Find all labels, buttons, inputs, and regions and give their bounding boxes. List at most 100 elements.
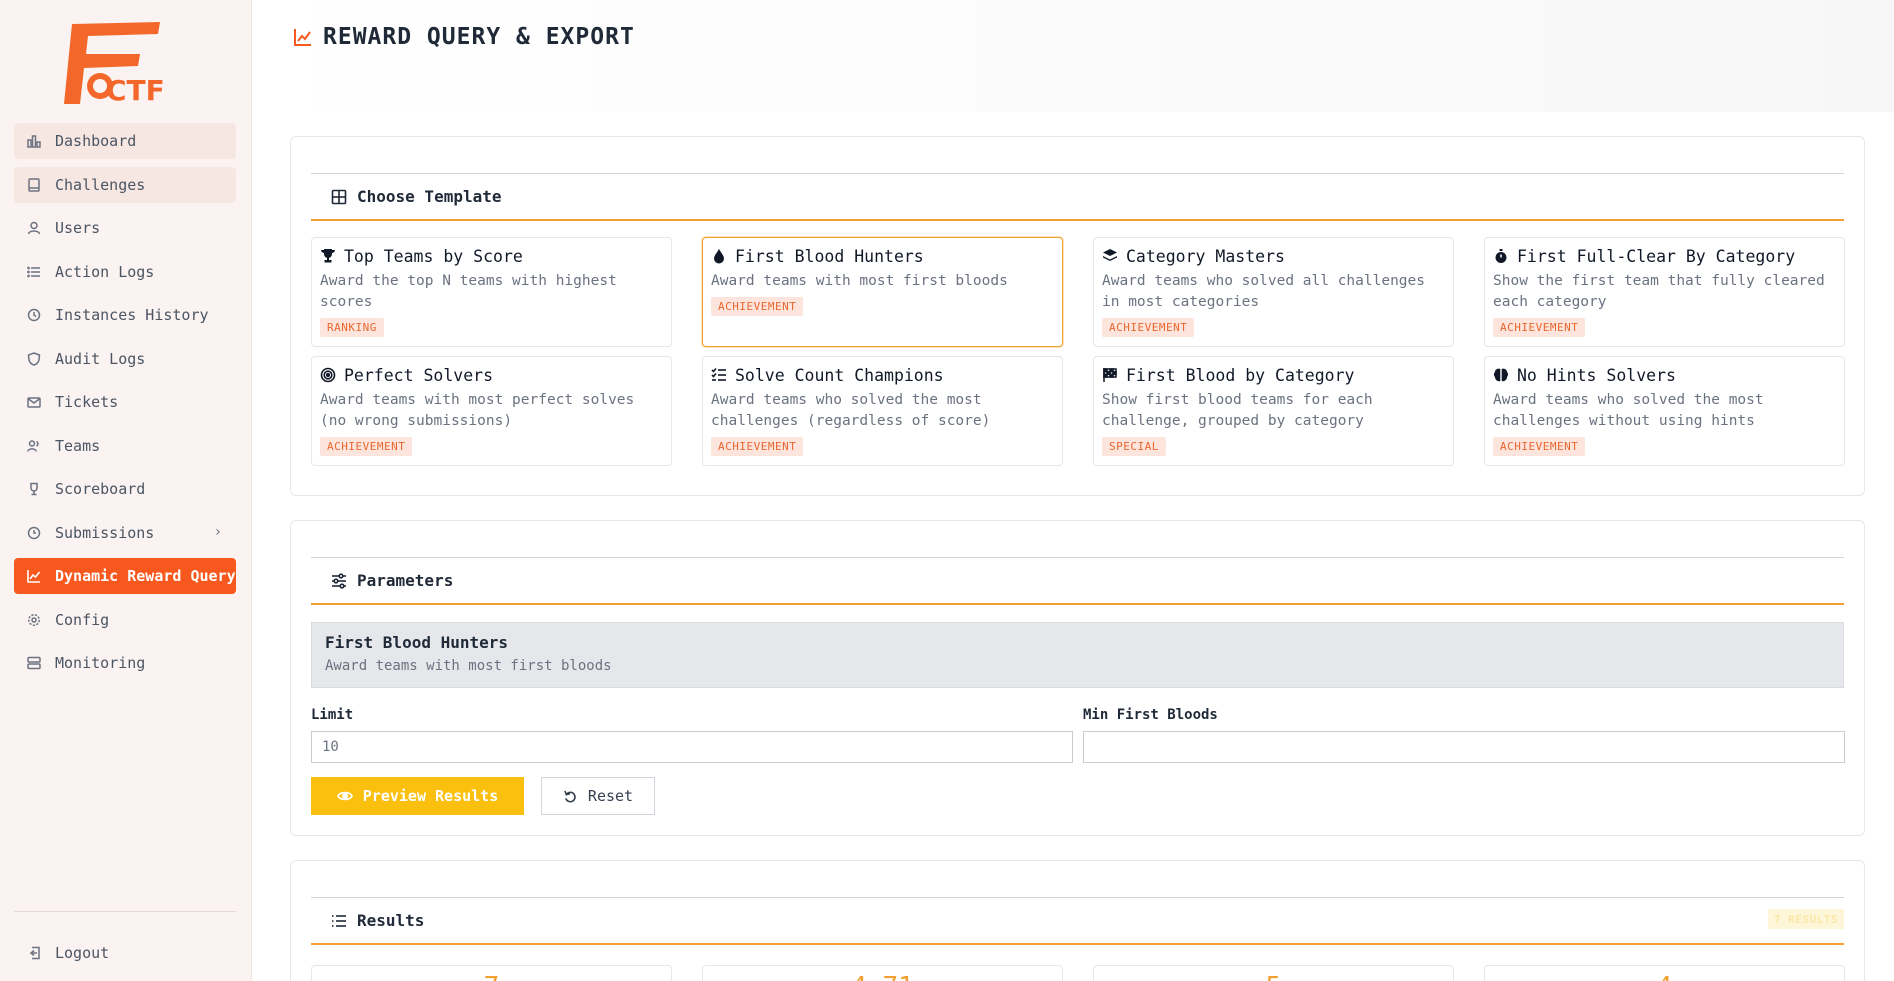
logout-label: Logout: [55, 944, 110, 962]
sliders-icon: [331, 572, 347, 589]
template-solve-count-champions[interactable]: Solve Count Champions Award teams who so…: [702, 356, 1063, 466]
preview-results-button[interactable]: Preview Results: [311, 777, 524, 815]
template-title: Top Teams by Score: [344, 246, 523, 266]
sidebar-item-config[interactable]: Config: [14, 602, 236, 638]
template-card: Choose Template Top Teams by Score Award…: [290, 136, 1865, 496]
trophy-icon: [27, 482, 41, 496]
template-desc: Award teams who solved the most challeng…: [711, 392, 991, 429]
undo-icon: [563, 789, 578, 804]
sidebar-nav: Dashboard Challenges Users Action Logs I…: [14, 123, 236, 689]
sidebar: CTF Dashboard Challenges Users Action Lo…: [0, 0, 252, 981]
sidebar-item-label: Config: [55, 610, 110, 629]
sidebar-item-scoreboard[interactable]: Scoreboard: [14, 471, 236, 507]
stat-total-teams: 7: [311, 965, 672, 981]
sidebar-item-users[interactable]: Users: [14, 210, 236, 246]
limit-input[interactable]: [311, 731, 1073, 763]
template-desc: Show the first team that fully cleared e…: [1493, 273, 1825, 310]
template-desc: Award teams who solved the most challeng…: [1493, 392, 1764, 429]
selected-template-box: First Blood Hunters Award teams with mos…: [311, 622, 1844, 688]
mail-icon: [27, 395, 41, 409]
sidebar-item-label: Audit Logs: [55, 349, 146, 368]
limit-label: Limit: [311, 707, 354, 723]
line-chart-icon: [27, 569, 41, 583]
sidebar-item-label: Challenges: [55, 175, 146, 194]
sidebar-item-label: Dashboard: [55, 132, 137, 150]
line-chart-icon: [293, 27, 313, 47]
reset-button[interactable]: Reset: [541, 777, 655, 815]
users-icon: [27, 439, 41, 453]
sidebar-item-label: Tickets: [55, 393, 119, 411]
template-badge: ACHIEVEMENT: [1102, 318, 1195, 337]
history-icon: [27, 308, 41, 322]
template-badge: SPECIAL: [1102, 437, 1166, 456]
parameters-section-header: Parameters: [311, 557, 1844, 605]
sidebar-item-submissions[interactable]: Submissions ›: [14, 515, 236, 551]
page-title-text: REWARD QUERY & EXPORT: [323, 24, 635, 50]
bar-chart-icon: [27, 134, 41, 148]
brain-icon: [1493, 367, 1509, 383]
template-badge: ACHIEVEMENT: [711, 297, 804, 316]
results-count-badge: 7 RESULTS: [1767, 909, 1844, 929]
shield-icon: [27, 351, 41, 366]
sidebar-item-teams[interactable]: Teams: [14, 428, 236, 464]
trophy-icon: [320, 248, 336, 264]
grid-icon: [331, 189, 347, 205]
template-section-title: Choose Template: [357, 187, 502, 206]
user-icon: [27, 221, 41, 235]
sidebar-item-monitoring[interactable]: Monitoring: [14, 645, 236, 681]
sidebar-item-challenges[interactable]: Challenges: [14, 166, 236, 203]
sidebar-item-dashboard[interactable]: Dashboard: [14, 123, 236, 159]
selected-template-desc: Award teams with most first bloods: [325, 658, 612, 674]
sidebar-item-label: Scoreboard: [55, 480, 146, 498]
selected-template-title: First Blood Hunters: [325, 633, 509, 652]
template-badge: RANKING: [320, 318, 384, 337]
sidebar-item-action-logs[interactable]: Action Logs: [14, 254, 236, 290]
layers-icon: [1102, 248, 1118, 264]
chevron-right-icon[interactable]: ›: [214, 524, 222, 540]
template-title: First Blood Hunters: [735, 246, 924, 266]
template-badge: ACHIEVEMENT: [1493, 437, 1586, 456]
template-section-header: Choose Template: [311, 173, 1844, 221]
results-card: Results 7 RESULTS 7 4.71 5 4: [290, 860, 1865, 981]
template-title: Perfect Solvers: [344, 365, 494, 385]
logo-text: CTF: [106, 74, 165, 107]
page-title: REWARD QUERY & EXPORT: [293, 24, 635, 50]
sidebar-item-audit-logs[interactable]: Audit Logs: [14, 341, 236, 377]
sidebar-item-label: Instances History: [55, 306, 209, 324]
gear-icon: [27, 613, 41, 627]
template-first-blood-by-category[interactable]: First Blood by Category Show first blood…: [1093, 356, 1454, 466]
results-section-title: Results: [357, 911, 425, 930]
eye-icon: [336, 788, 353, 804]
template-title: No Hints Solvers: [1517, 365, 1676, 385]
ctf-logo[interactable]: CTF: [60, 18, 190, 108]
sidebar-item-tickets[interactable]: Tickets: [14, 384, 236, 420]
parameters-card: Parameters First Blood Hunters Award tea…: [290, 520, 1865, 836]
list-icon: [27, 265, 41, 279]
sidebar-item-dynamic-reward-query[interactable]: Dynamic Reward Query: [14, 558, 236, 594]
sidebar-item-instances-history[interactable]: Instances History: [14, 297, 236, 333]
reset-label: Reset: [587, 787, 634, 805]
template-top-teams[interactable]: Top Teams by Score Award the top N teams…: [311, 237, 672, 347]
parameters-section-title: Parameters: [357, 571, 454, 590]
target-icon: [320, 367, 336, 383]
template-desc: Award the top N teams with highest score…: [320, 273, 617, 310]
min-first-bloods-input[interactable]: [1083, 731, 1845, 763]
sidebar-item-label: Submissions: [55, 523, 155, 542]
server-icon: [27, 656, 41, 670]
sidebar-item-label: Users: [55, 219, 101, 237]
stopwatch-icon: [1493, 248, 1509, 264]
logout-button[interactable]: Logout: [14, 935, 236, 971]
stat-max: 5: [1093, 965, 1454, 981]
template-first-blood-hunters[interactable]: First Blood Hunters Award teams with mos…: [702, 237, 1063, 347]
template-badge: ACHIEVEMENT: [711, 437, 804, 456]
template-desc: Award teams who solved all challenges in…: [1102, 273, 1426, 310]
template-desc: Award teams with most first bloods: [711, 273, 1008, 289]
template-category-masters[interactable]: Category Masters Award teams who solved …: [1093, 237, 1454, 347]
template-no-hints-solvers[interactable]: No Hints Solvers Award teams who solved …: [1484, 356, 1845, 466]
template-perfect-solvers[interactable]: Perfect Solvers Award teams with most pe…: [311, 356, 672, 466]
template-title: First Full-Clear By Category: [1517, 246, 1796, 266]
stat-min: 4: [1484, 965, 1845, 981]
template-title: First Blood by Category: [1126, 365, 1355, 385]
template-first-full-clear[interactable]: First Full-Clear By Category Show the fi…: [1484, 237, 1845, 347]
clock-icon: [27, 526, 41, 540]
